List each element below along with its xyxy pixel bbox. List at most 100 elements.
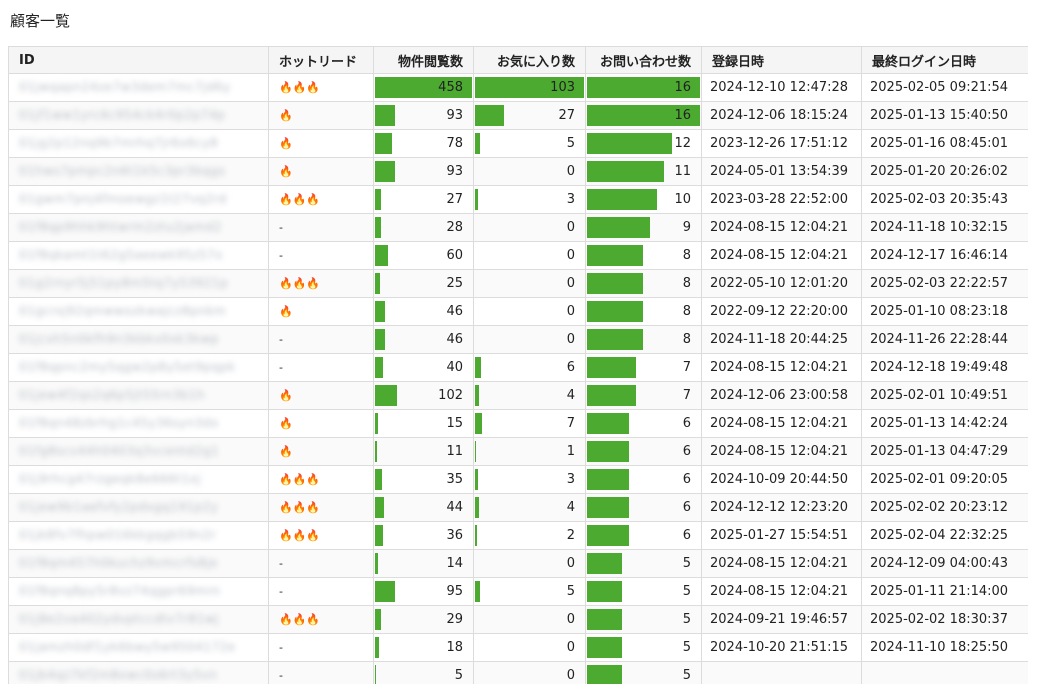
column-header-last-login[interactable]: 最終ログイン日時 <box>861 46 1028 74</box>
cell-favorites: 0 <box>473 661 586 684</box>
cell-value: 11 <box>446 444 463 459</box>
table-row[interactable]: 01f8qnq8py5r8vz74qgpr69mrn - 95 5 5 2024-08-1… <box>8 577 1028 606</box>
cell-value: 93 <box>446 164 463 179</box>
cell-value: 5 <box>454 668 463 683</box>
cell-value: 15 <box>446 416 463 431</box>
cell-inquiries: 6 <box>585 521 702 550</box>
cell-id[interactable]: 01f8qnq8py5r8vz74qgpr69mrn <box>8 577 269 606</box>
cell-id[interactable]: 01g2rnyr5j51py8m5tq7y53921p <box>8 269 269 298</box>
cell-id[interactable]: 01jwqapn24ze7w3dem7mc7jd6y <box>8 73 269 102</box>
table-row[interactable]: 01gcrxj92qmwwozkwajcz8pnkm 🔥 46 0 8 2022-09-1… <box>8 297 1028 326</box>
table-row[interactable]: 01jf1ww1yrc6c954ck4r0p2p74p 🔥 93 27 16 2024-1… <box>8 101 1028 130</box>
table-row[interactable]: 01f8qp9hhk9htwrm2ztu2jamd2 - 28 0 9 2024-08-1… <box>8 213 1028 242</box>
cell-last-login: 2025-01-10 08:23:18 <box>861 297 1028 326</box>
cell-views: 28 <box>373 213 474 242</box>
cell-id[interactable]: 01jcxh5n0kfh9n3kbkv0xk3kwp <box>8 325 269 354</box>
cell-favorites: 0 <box>473 605 586 634</box>
cell-registered: 2024-08-15 12:04:21 <box>701 213 862 242</box>
cell-id[interactable]: 01f8qn48zbrhg1c45y36syn3dx <box>8 409 269 438</box>
column-header-hot-lead[interactable]: ホットリード <box>268 46 374 74</box>
cell-registered: 2024-12-06 18:15:24 <box>701 101 862 130</box>
cell-hot-lead: - <box>268 241 374 270</box>
table-row[interactable]: 01jamzh0df1yk6bwy5w9504172e - 18 0 5 2024-10-… <box>8 633 1028 662</box>
cell-id[interactable]: 01f8qm457h0kuchz9vmcrfs8je <box>8 549 269 578</box>
column-header-id[interactable]: ID <box>8 46 269 74</box>
table-row[interactable]: 01g2rnyr5j51py8m5tq7y53921p 🔥🔥🔥 25 0 8 2022-0… <box>8 269 1028 298</box>
table-row[interactable]: 01jew9b1aefvfy2pdxgq191p2y 🔥🔥🔥 44 4 6 2024-12… <box>8 493 1028 522</box>
cell-favorites: 0 <box>473 633 586 662</box>
table-row[interactable]: 01fg8scv44h0403q3vcentd2g1 🔥 11 1 6 2024-08-1… <box>8 437 1028 466</box>
cell-inquiries: 11 <box>585 157 702 186</box>
cell-id[interactable]: 01jk8fv7fhpw016kkgqgb59n2r <box>8 521 269 550</box>
cell-value: 7 <box>682 388 691 403</box>
column-header-registered[interactable]: 登録日時 <box>701 46 862 74</box>
table-row[interactable]: 01j9rhcg47rzgeqk8e666t1xj 🔥🔥🔥 35 3 6 2024-10-… <box>8 465 1028 494</box>
table-row[interactable]: 01j8e2va402ydvptccdtv7r81wj 🔥🔥🔥 29 0 5 2024-0… <box>8 605 1028 634</box>
cell-value: 2 <box>566 528 575 543</box>
cell-id[interactable]: 01gwm7pnj4fmoewgz1t27vq2rd <box>8 185 269 214</box>
cell-id[interactable]: 01f8qkamt1t62g5aeewk95z57x <box>8 241 269 270</box>
cell-views: 44 <box>373 493 474 522</box>
fire-icon: 🔥 <box>279 417 293 430</box>
table-row[interactable]: 01f8qpnc2my5qgw2p8y5et9pqpk - 40 6 7 2024-08-… <box>8 353 1028 382</box>
customer-id-blurred: 01jwqapn24ze7w3dem7mc7jd6y <box>19 80 231 94</box>
cell-registered: 2024-08-15 12:04:21 <box>701 353 862 382</box>
table-row[interactable]: 01hws7pmpc2n6t1k5c3pr3bqgs 🔥 93 0 11 2024-05-… <box>8 157 1028 186</box>
cell-id[interactable]: 01j9rhcg47rzgeqk8e666t1xj <box>8 465 269 494</box>
customer-id-blurred: 01f8qpnc2my5qgw2p8y5et9pqpk <box>19 360 236 374</box>
page-title: 顧客一覧 <box>10 12 71 30</box>
column-header-favorites[interactable]: お気に入り数 <box>473 46 586 74</box>
cell-id[interactable]: 01f8qpnc2my5qgw2p8y5et9pqpk <box>8 353 269 382</box>
cell-id[interactable]: 01f8qp9hhk9htwrm2ztu2jamd2 <box>8 213 269 242</box>
cell-hot-lead: - <box>268 325 374 354</box>
column-header-inquiries[interactable]: お問い合わせ数 <box>585 46 702 74</box>
cell-id[interactable]: 01jamzh0df1yk6bwy5w9504172e <box>8 633 269 662</box>
cell-value: 95 <box>446 584 463 599</box>
cell-id[interactable]: 01hws7pmpc2n6t1k5c3pr3bqgs <box>8 157 269 186</box>
cell-inquiries: 5 <box>585 633 702 662</box>
table-row[interactable]: 01jb4qz7kf2m8xwc0s6rt3y5vn - 5 0 5 <box>8 661 1028 684</box>
cell-favorites: 0 <box>473 213 586 242</box>
cell-id[interactable]: 01jb4qz7kf2m8xwc0s6rt3y5vn <box>8 661 269 684</box>
cell-registered: 2022-09-12 22:20:00 <box>701 297 862 326</box>
table-row[interactable]: 01f8qn48zbrhg1c45y36syn3dx 🔥 15 7 6 2024-08-1… <box>8 409 1028 438</box>
cell-id[interactable]: 01j8e2va402ydvptccdtv7r81wj <box>8 605 269 634</box>
table-row[interactable]: 01jcxh5n0kfh9n3kbkv0xk3kwp - 46 0 8 2024-11-1… <box>8 325 1028 354</box>
cell-registered: 2023-03-28 22:52:00 <box>701 185 862 214</box>
column-header-views[interactable]: 物件閲覧数 <box>373 46 474 74</box>
cell-value: 10 <box>674 192 691 207</box>
cell-value: 5 <box>566 136 575 151</box>
table-row[interactable]: 01jwqapn24ze7w3dem7mc7jd6y 🔥🔥🔥 458 103 16 202… <box>8 73 1028 102</box>
cell-last-login: 2025-02-05 09:21:54 <box>861 73 1028 102</box>
cell-id[interactable]: 01gcrxj92qmwwozkwajcz8pnkm <box>8 297 269 326</box>
table-row[interactable]: 01f8qm457h0kuchz9vmcrfs8je - 14 0 5 2024-08-1… <box>8 549 1028 578</box>
cell-value: 93 <box>446 108 463 123</box>
cell-favorites: 3 <box>473 185 586 214</box>
cell-inquiries: 8 <box>585 241 702 270</box>
customer-id-blurred: 01jew4f2qs2q6p5jt55rn3b1h <box>19 388 205 402</box>
table-row[interactable]: 01f8qkamt1t62g5aeewk95z57x - 60 0 8 2024-08-1… <box>8 241 1028 270</box>
cell-views: 5 <box>373 661 474 684</box>
table-row[interactable]: 01jk8fv7fhpw016kkgqgb59n2r 🔥🔥🔥 36 2 6 2025-01… <box>8 521 1028 550</box>
cell-id[interactable]: 01jew9b1aefvfy2pdxgq191p2y <box>8 493 269 522</box>
customer-id-blurred: 01f8qkamt1t62g5aeewk95z57x <box>19 248 223 262</box>
cell-inquiries: 5 <box>585 549 702 578</box>
fire-icon: 🔥🔥🔥 <box>279 277 321 290</box>
fire-icon: 🔥 <box>279 305 293 318</box>
cell-id[interactable]: 01jf1ww1yrc6c954ck4r0p2p74p <box>8 101 269 130</box>
cell-hot-lead: 🔥 <box>268 437 374 466</box>
cell-views: 35 <box>373 465 474 494</box>
cell-views: 27 <box>373 185 474 214</box>
cell-id[interactable]: 01fg8scv44h0403q3vcentd2g1 <box>8 437 269 466</box>
cell-registered: 2024-12-10 12:47:28 <box>701 73 862 102</box>
cell-value: 16 <box>674 108 691 123</box>
cell-value: 12 <box>674 136 691 151</box>
cell-value: 36 <box>446 528 463 543</box>
table-row[interactable]: 01gwm7pnj4fmoewgz1t27vq2rd 🔥🔥🔥 27 3 10 2023-0… <box>8 185 1028 214</box>
cell-id[interactable]: 01jg2p12nq9b7mrhq7jr6x6cy8 <box>8 129 269 158</box>
table-row[interactable]: 01jg2p12nq9b7mrhq7jr6x6cy8 🔥 78 5 12 2023-12-… <box>8 129 1028 158</box>
table-row[interactable]: 01jew4f2qs2q6p5jt55rn3b1h 🔥 102 4 7 2024-12-0… <box>8 381 1028 410</box>
cell-favorites: 0 <box>473 269 586 298</box>
cell-favorites: 0 <box>473 157 586 186</box>
cell-id[interactable]: 01jew4f2qs2q6p5jt55rn3b1h <box>8 381 269 410</box>
